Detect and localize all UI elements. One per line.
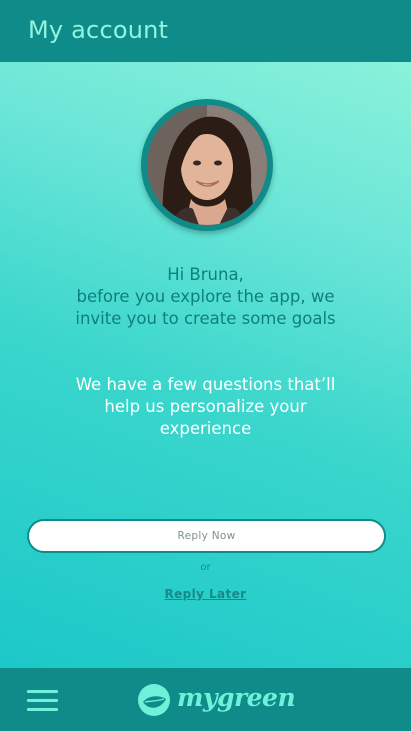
questions-line-3: experience	[159, 419, 252, 438]
reply-now-button[interactable]: Reply Now	[27, 519, 386, 553]
questions-line-1: We have a few questions that’ll	[75, 375, 336, 394]
bottom-navigation-bar: mygreen	[0, 668, 411, 731]
questions-message: We have a few questions that’ll help us …	[40, 374, 371, 440]
greeting-message: Hi Bruna, before you explore the app, we…	[20, 264, 391, 330]
logo-text: mygreen	[177, 683, 296, 712]
top-app-bar: My account	[0, 0, 411, 62]
reply-later-link[interactable]: Reply Later	[0, 587, 411, 601]
main-content: Hi Bruna, before you explore the app, we…	[0, 62, 411, 668]
greeting-line-2: before you explore the app, we	[76, 287, 335, 306]
user-photo-icon	[147, 105, 267, 225]
greeting-line-3: invite you to create some goals	[75, 309, 336, 328]
avatar[interactable]	[147, 105, 267, 225]
leaf-icon	[138, 684, 170, 716]
page-title: My account	[28, 16, 169, 44]
avatar-frame	[141, 99, 273, 231]
or-separator: or	[200, 562, 211, 573]
greeting-name: Hi Bruna,	[167, 265, 244, 284]
mygreen-logo: mygreen	[137, 682, 296, 718]
questions-line-2: help us personalize your	[104, 397, 307, 416]
hamburger-menu-icon[interactable]	[27, 689, 59, 711]
